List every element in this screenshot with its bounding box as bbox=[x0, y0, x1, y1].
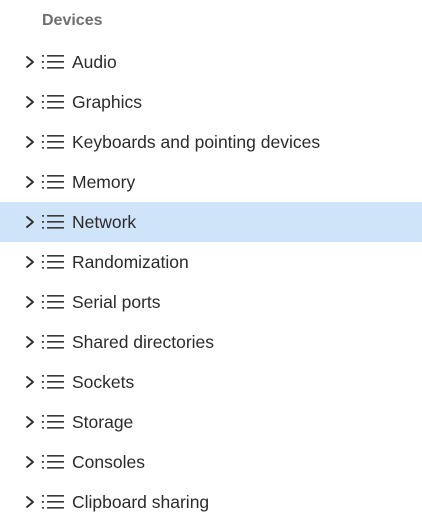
tree-item-randomization[interactable]: Randomization bbox=[0, 242, 422, 282]
tree-item-label: Randomization bbox=[72, 252, 189, 272]
chevron-right-icon[interactable] bbox=[23, 55, 37, 69]
chevron-right-icon[interactable] bbox=[23, 495, 37, 509]
tree-item-label: Graphics bbox=[72, 92, 143, 112]
tree-item-storage[interactable]: Storage bbox=[0, 402, 422, 442]
list-icon bbox=[41, 93, 65, 111]
list-icon bbox=[41, 53, 65, 71]
chevron-right-icon[interactable] bbox=[23, 175, 37, 189]
devices-tree: Audio Graphics Keyboards and pointing de… bbox=[0, 42, 422, 522]
list-icon bbox=[41, 213, 65, 231]
tree-item-label: Keyboards and pointing devices bbox=[72, 132, 321, 152]
chevron-right-icon[interactable] bbox=[23, 135, 37, 149]
list-icon bbox=[41, 373, 65, 391]
tree-item-serial-ports[interactable]: Serial ports bbox=[0, 282, 422, 322]
tree-item-label: Clipboard sharing bbox=[72, 492, 210, 512]
tree-item-label: Network bbox=[72, 212, 137, 232]
list-icon bbox=[41, 493, 65, 511]
tree-item-label: Serial ports bbox=[72, 292, 161, 312]
list-icon bbox=[41, 173, 65, 191]
tree-item-audio[interactable]: Audio bbox=[0, 42, 422, 82]
list-icon bbox=[41, 133, 65, 151]
tree-item-label: Consoles bbox=[72, 452, 145, 472]
tree-item-network[interactable]: Network bbox=[0, 202, 422, 242]
list-icon bbox=[41, 413, 65, 431]
tree-item-consoles[interactable]: Consoles bbox=[0, 442, 422, 482]
tree-item-label: Shared directories bbox=[72, 332, 215, 352]
list-icon bbox=[41, 253, 65, 271]
tree-item-shared-directories[interactable]: Shared directories bbox=[0, 322, 422, 362]
devices-panel: Devices Audio Graphics Keyboards and poi… bbox=[0, 0, 422, 527]
list-icon bbox=[41, 453, 65, 471]
tree-item-clipboard-sharing[interactable]: Clipboard sharing bbox=[0, 482, 422, 522]
tree-item-memory[interactable]: Memory bbox=[0, 162, 422, 202]
chevron-right-icon[interactable] bbox=[23, 295, 37, 309]
tree-item-label: Audio bbox=[72, 52, 117, 72]
tree-item-keyboards-and-pointing-devices[interactable]: Keyboards and pointing devices bbox=[0, 122, 422, 162]
tree-item-label: Memory bbox=[72, 172, 136, 192]
chevron-right-icon[interactable] bbox=[23, 95, 37, 109]
chevron-right-icon[interactable] bbox=[23, 375, 37, 389]
tree-item-label: Storage bbox=[72, 412, 134, 432]
list-icon bbox=[41, 293, 65, 311]
tree-item-sockets[interactable]: Sockets bbox=[0, 362, 422, 402]
section-header-devices: Devices bbox=[42, 12, 103, 29]
list-icon bbox=[41, 333, 65, 351]
tree-item-graphics[interactable]: Graphics bbox=[0, 82, 422, 122]
chevron-right-icon[interactable] bbox=[23, 335, 37, 349]
chevron-right-icon[interactable] bbox=[23, 455, 37, 469]
chevron-right-icon[interactable] bbox=[23, 415, 37, 429]
chevron-right-icon[interactable] bbox=[23, 215, 37, 229]
tree-item-label: Sockets bbox=[72, 372, 135, 392]
chevron-right-icon[interactable] bbox=[23, 255, 37, 269]
